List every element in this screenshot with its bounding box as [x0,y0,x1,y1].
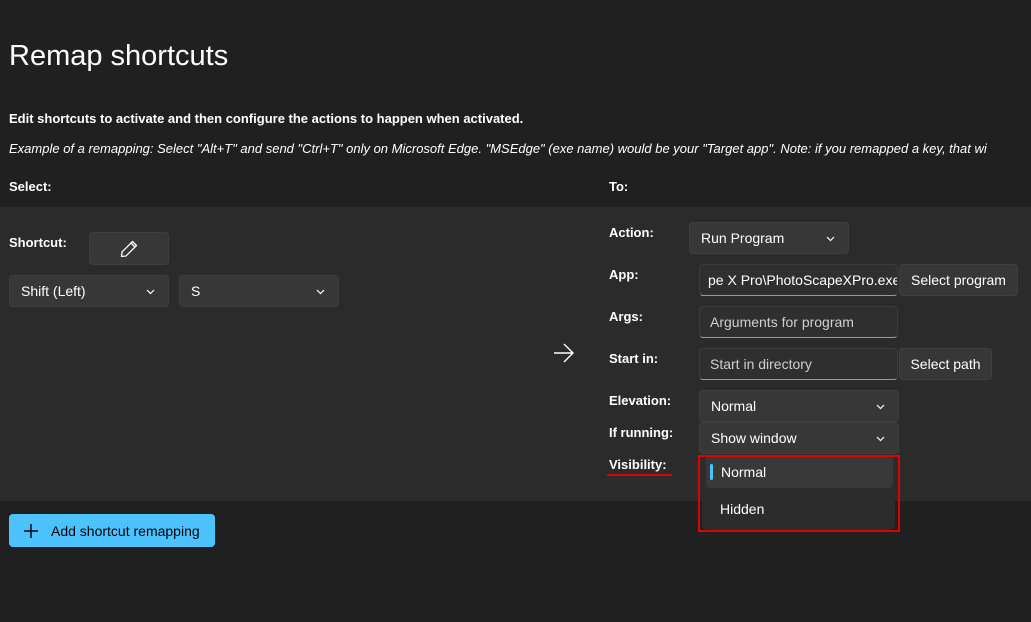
shortcut-label: Shortcut: [9,235,67,250]
key-dropdown[interactable]: S [179,275,339,307]
example-text: Example of a remapping: Select "Alt+T" a… [9,141,987,156]
if-running-label: If running: [609,425,674,440]
visibility-label-underline [607,474,672,476]
args-input[interactable]: Arguments for program [699,306,898,338]
if-running-dropdown[interactable]: Show window [699,422,899,454]
page-description: Edit shortcuts to activate and then conf… [9,111,524,126]
page-title: Remap shortcuts [9,40,229,72]
add-shortcut-label: Add shortcut remapping [51,522,200,539]
modifier-dropdown[interactable]: Shift (Left) [9,275,169,307]
key-value: S [191,283,201,299]
add-shortcut-remapping-button[interactable]: Add shortcut remapping [9,514,215,547]
start-in-placeholder: Start in directory [710,356,812,372]
modifier-value: Shift (Left) [21,283,86,299]
highlight-box [698,455,900,532]
action-value: Run Program [701,230,785,246]
args-placeholder: Arguments for program [710,314,854,330]
if-running-value: Show window [711,430,797,446]
chevron-down-icon [316,289,325,294]
start-in-label: Start in: [609,351,659,366]
chevron-down-icon [826,236,835,241]
app-input[interactable]: pe X Pro\PhotoScapeXPro.exe [699,264,898,296]
chevron-down-icon [876,436,885,441]
elevation-dropdown[interactable]: Normal [699,390,899,422]
app-value: pe X Pro\PhotoScapeXPro.exe [708,272,898,288]
chevron-down-icon [876,404,885,409]
edit-shortcut-button[interactable] [89,232,169,265]
app-label: App: [609,267,639,282]
to-header: To: [609,179,629,194]
plus-icon [24,523,38,538]
select-path-button[interactable]: Select path [899,348,992,380]
start-in-input[interactable]: Start in directory [699,348,898,380]
action-dropdown[interactable]: Run Program [689,222,849,254]
visibility-label: Visibility: [609,457,667,472]
elevation-value: Normal [711,398,757,414]
args-label: Args: [609,309,643,324]
pencil-icon [120,240,138,257]
select-header: Select: [9,179,52,194]
action-label: Action: [609,225,654,240]
elevation-label: Elevation: [609,393,672,408]
chevron-down-icon [146,289,155,294]
select-program-button[interactable]: Select program [899,264,1018,296]
arrow-right-icon [554,343,574,363]
